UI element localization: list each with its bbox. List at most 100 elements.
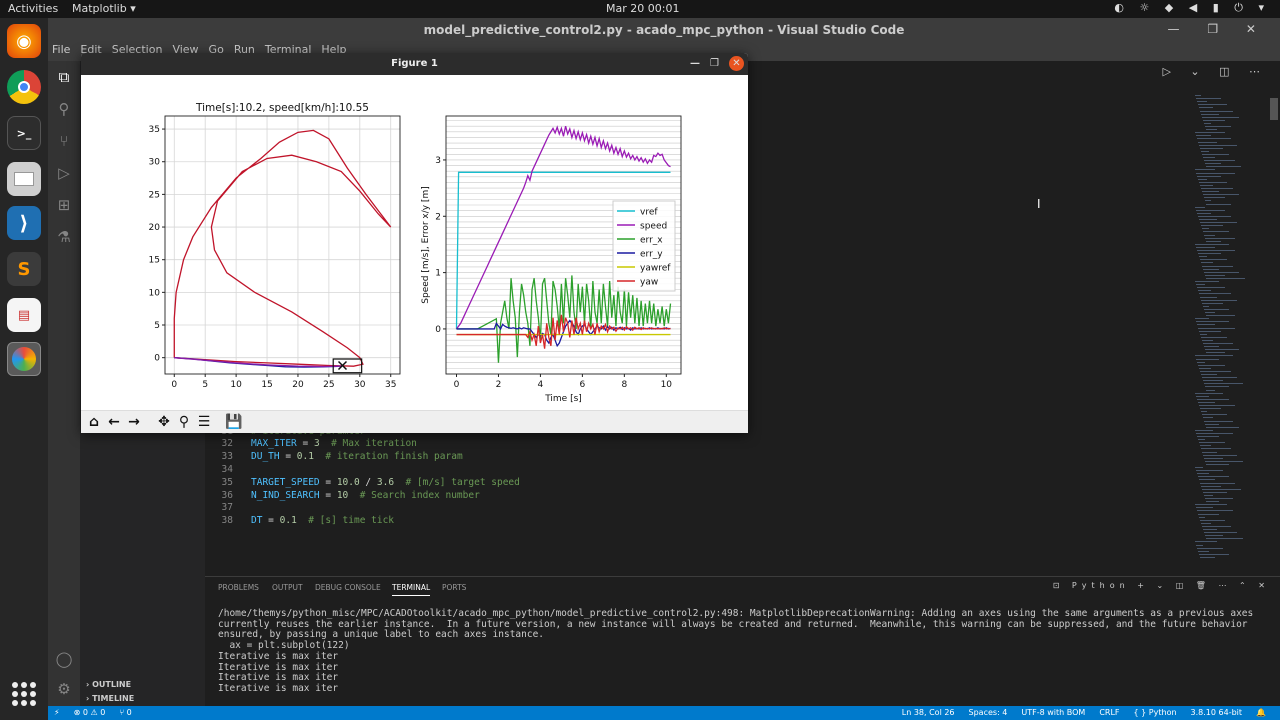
axes-frame (164, 115, 401, 375)
terminal-icon[interactable]: >_ (7, 116, 41, 150)
close-button[interactable]: ✕ (729, 56, 744, 71)
minimap-line (1201, 188, 1233, 189)
minimap-line (1197, 361, 1205, 363)
minimap-line (1195, 429, 1213, 431)
figure-window[interactable]: Figure 1 — ❐ ✕ 0 5 10 15 20 25 30 35 0 5 10 15 20 25 3… (81, 53, 748, 433)
panel-tab-ports[interactable]: PORTS (442, 583, 466, 592)
end-of-line[interactable]: CRLF (1099, 708, 1119, 717)
panel-tab-debug-console[interactable]: DEBUG CONSOLE (315, 583, 381, 592)
minimap-line (1199, 107, 1213, 109)
account-icon[interactable]: ◯ (54, 649, 74, 669)
back-icon[interactable]: ← (105, 413, 123, 431)
line-number: 32 (221, 438, 233, 449)
save-icon[interactable]: 💾 (225, 413, 243, 431)
minimap-line (1199, 293, 1231, 295)
extensions-icon[interactable]: ⊞ (54, 195, 74, 215)
activities-button[interactable]: Activities (8, 2, 58, 15)
python-interpreter[interactable]: 3.8.10 64-bit (1191, 708, 1243, 717)
minimap-line (1195, 541, 1217, 543)
menu-item-file[interactable]: File (52, 43, 70, 61)
minimap-line (1198, 476, 1229, 478)
manage-gear-icon[interactable]: ⚙ (54, 679, 74, 699)
cursor-position[interactable]: Ln 38, Col 26 (902, 708, 955, 717)
home-icon[interactable]: ⌂ (85, 413, 103, 431)
code-token: 10.0 (336, 477, 360, 488)
minimap-line (1196, 544, 1203, 546)
figure-title: Figure 1 (391, 58, 438, 69)
minimize-button[interactable]: — (690, 58, 700, 69)
outline-section[interactable]: › OUTLINE (86, 680, 131, 689)
minimap[interactable] (1195, 95, 1265, 570)
remote-indicator[interactable]: ⚡ (54, 708, 60, 717)
code-token: # iteration finish param (313, 451, 463, 462)
show-apps-icon[interactable] (8, 678, 40, 710)
maximize-button[interactable]: ❐ (710, 58, 719, 69)
line-number: 33 (221, 451, 233, 462)
outline-label: OUTLINE (92, 680, 132, 689)
editor-actions[interactable]: ▷ ⌄ ◫ ⋯ (1162, 65, 1268, 78)
sublime-icon[interactable]: S (7, 252, 41, 286)
panel-tab-terminal[interactable]: TERMINAL (392, 583, 431, 596)
minimap-line (1199, 367, 1211, 369)
y-tick-label: 0 (154, 354, 160, 364)
minimap-line (1202, 265, 1233, 267)
x-tick-label: 25 (323, 380, 334, 390)
figure-canvas[interactable]: 0 5 10 15 20 25 30 3505101520253035Time[s]:10.2… (81, 75, 748, 410)
source-control-icon[interactable]: ⑂ (54, 131, 74, 151)
code-token: DT (251, 515, 263, 526)
minimap-line (1200, 482, 1235, 484)
forward-icon[interactable]: → (125, 413, 143, 431)
panel-tab-output[interactable]: OUTPUT (272, 583, 303, 592)
y-tick-label: 3 (435, 156, 441, 166)
matplotlib-icon[interactable] (7, 342, 41, 376)
language-mode[interactable]: { } Python (1134, 708, 1177, 717)
indentation[interactable]: Spaces: 4 (969, 708, 1008, 717)
document-viewer-icon[interactable]: ▤ (7, 298, 41, 332)
firefox-icon[interactable]: ◉ (7, 24, 41, 58)
minimap-line (1200, 184, 1213, 186)
search-icon[interactable]: ⚲ (54, 99, 74, 119)
vscode-title-bar: model_predictive_control2.py - acado_mpc… (48, 18, 1280, 43)
minimap-line (1200, 408, 1221, 410)
configure-subplots-icon[interactable]: ☰ (195, 413, 213, 431)
window-controls[interactable]: — ❐ ✕ (1168, 22, 1268, 36)
minimap-line (1202, 488, 1241, 490)
panel-actions[interactable]: ⊡ Python + ⌄ ◫ 🗑 ⋯ ⌃ ✕ (1053, 581, 1270, 590)
plot-area (173, 129, 392, 374)
editor-scrollbar[interactable] (1270, 98, 1278, 120)
figure-title-bar[interactable]: Figure 1 — ❐ ✕ (81, 53, 748, 75)
chart-title: Time[s]:10.2, speed[km/h]:10.55 (195, 102, 369, 114)
code-line: 32 MAX_ITER = 3 # Max iteration (205, 438, 417, 451)
pan-icon[interactable]: ✥ (155, 413, 173, 431)
run-debug-icon[interactable]: ▷ (54, 163, 74, 183)
system-tray[interactable]: ◐ ☼ ◆ ◀ ▮ ⏻ ▾ (1114, 1, 1270, 15)
minimap-line (1198, 141, 1217, 143)
problems-indicator[interactable]: ⊗ 0 ⚠ 0 (74, 708, 106, 717)
file-encoding[interactable]: UTF-8 with BOM (1021, 708, 1085, 717)
minimap-line (1199, 256, 1207, 258)
vscode-icon[interactable]: ⟩ (7, 206, 41, 240)
timeline-section[interactable]: › TIMELINE (86, 694, 134, 703)
files-icon[interactable] (7, 162, 41, 196)
code-token: 10 (336, 490, 349, 501)
notifications-bell-icon[interactable]: 🔔 (1256, 708, 1266, 717)
clock[interactable]: Mar 20 00:01 (606, 2, 679, 15)
app-menu[interactable]: Matplotlib ▾ (72, 2, 136, 15)
terminal-output[interactable]: /home/themys/python_misc/MPC/ACADOtoolki… (218, 608, 1268, 695)
zoom-icon[interactable]: ⚲ (175, 413, 193, 431)
explorer-icon[interactable]: ⧉ (54, 67, 74, 87)
x-tick-label: 2 (496, 380, 502, 390)
panel-tab-problems[interactable]: PROBLEMS (218, 583, 259, 592)
minimap-line (1197, 175, 1221, 177)
minimap-line (1195, 132, 1225, 134)
code-line: 33 DU_TH = 0.1 # iteration finish param (205, 451, 463, 464)
ports-indicator[interactable]: ⑂ 0 (119, 708, 131, 717)
minimap-line (1203, 268, 1219, 270)
minimap-line (1201, 374, 1217, 375)
minimap-line (1204, 271, 1239, 273)
chrome-icon[interactable] (7, 70, 41, 104)
minimap-line (1205, 498, 1233, 499)
testing-icon[interactable]: ⚗ (54, 227, 74, 247)
minimap-line (1195, 169, 1215, 171)
minimap-line (1202, 339, 1213, 341)
